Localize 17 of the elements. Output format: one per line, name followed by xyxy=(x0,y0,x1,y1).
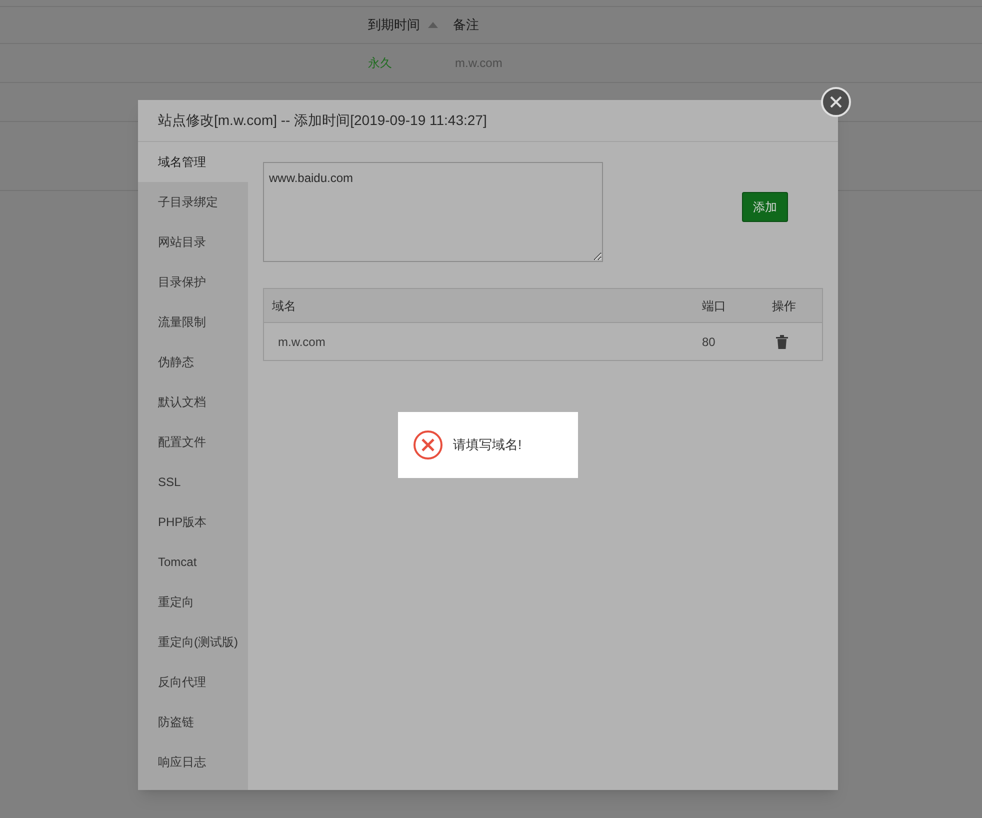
close-icon xyxy=(830,96,842,108)
domain-cell: m.w.com xyxy=(278,334,326,348)
domain-input[interactable]: www.baidu.com xyxy=(263,162,603,262)
port-cell: 80 xyxy=(702,334,716,348)
add-button[interactable]: 添加 xyxy=(742,192,788,222)
column-header: 域名 xyxy=(272,298,296,312)
expiry-cell-text: 永久 xyxy=(368,55,393,72)
toast-message: 请填写域名! xyxy=(453,436,522,454)
close-button[interactable] xyxy=(821,87,851,117)
sidebar-item[interactable]: 域名管理 xyxy=(138,142,248,182)
dialog-title: 站点修改[m.w.com] -- 添加时间[2019-09-19 11:43:27] xyxy=(158,111,487,130)
column-header: 操作 xyxy=(772,298,796,312)
trash-icon[interactable] xyxy=(776,334,788,348)
column-header[interactable]: 备注 xyxy=(453,15,479,35)
error-icon xyxy=(413,430,443,460)
column-header[interactable]: 到期时间 xyxy=(368,15,420,35)
column-header: 端口 xyxy=(702,298,726,312)
